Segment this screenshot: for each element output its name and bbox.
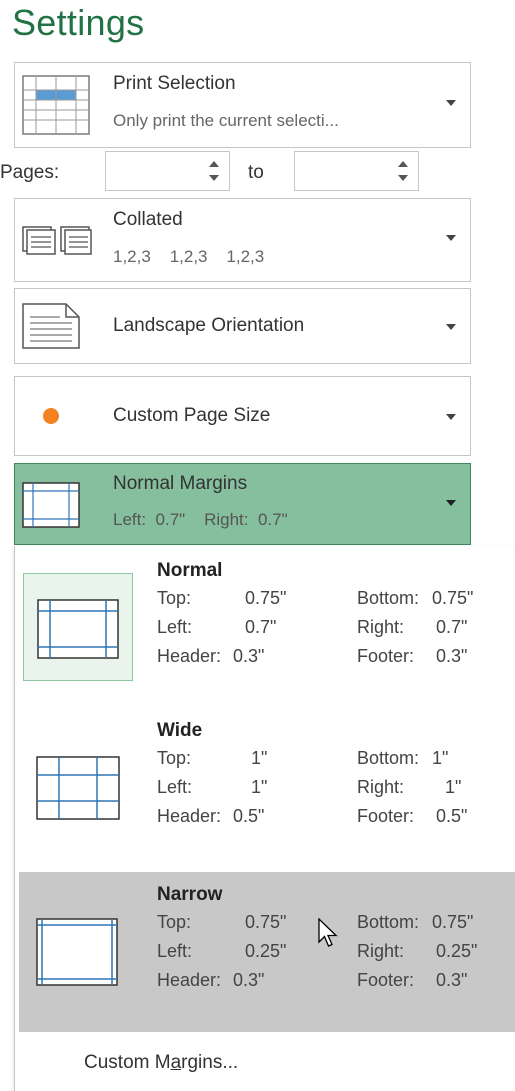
normal-margins-icon [37,599,119,659]
footer-label: Footer: [357,646,415,666]
page-size-title: Custom Page Size [113,405,271,426]
margin-option-normal-thumb [23,573,133,681]
bottom-value: 0.75" [432,912,474,932]
right-value: 0.7" [436,617,468,637]
pages-from-spinner[interactable] [105,151,230,191]
custom-margins-label-start: Custom M [84,1052,171,1073]
spin-up-icon[interactable] [209,161,219,167]
header-value: 0.3" [233,970,265,990]
collated-icon [22,223,92,262]
page-size-dropdown[interactable]: Custom Page Size [14,376,471,456]
footer-label: Footer: [357,970,415,990]
footer-value: 0.5" [436,806,468,826]
wide-margins-icon [36,756,120,820]
spin-down-icon[interactable] [398,175,408,181]
chevron-down-icon [446,324,456,330]
right-label: Right: [357,941,405,961]
right-label: Right: [357,777,405,797]
narrow-margins-icon [36,918,118,986]
mouse-pointer-icon [318,917,338,953]
collation-title: Collated [113,209,183,230]
margin-option-narrow-thumb [23,897,133,1005]
margin-option-name: Narrow [157,884,223,905]
header-label: Header: [157,646,222,666]
top-value: 0.75" [245,912,287,932]
bottom-label: Bottom: [357,912,420,932]
landscape-page-icon [22,303,80,354]
left-value: 1" [251,777,268,797]
top-value: 0.75" [245,588,287,608]
custom-margins-label-end: rgins... [181,1052,239,1073]
table-selection-icon [22,75,90,140]
left-value: 0.25" [245,941,287,961]
margins-page-icon [22,482,80,533]
spin-up-icon[interactable] [398,161,408,167]
margin-option-name: Wide [157,720,203,741]
footer-label: Footer: [357,806,415,826]
margins-menu: Normal Top: 0.75" Bottom: 0.75" Left: 0.… [14,546,515,1091]
header-value: 0.5" [233,806,265,826]
footer-value: 0.3" [436,970,468,990]
chevron-down-icon [446,500,456,506]
orientation-dropdown[interactable]: Landscape Orientation [14,288,471,364]
page-size-dot-icon [41,406,61,431]
header-label: Header: [157,970,222,990]
pages-label: Pages: [0,162,60,183]
collation-dropdown[interactable]: Collated 1,2,3 1,2,3 1,2,3 [14,198,471,282]
chevron-down-icon [446,414,456,420]
margin-option-narrow[interactable]: Narrow Top: 0.75" Bottom: 0.75" Left: 0.… [19,872,515,1032]
custom-margins-accelerator: a [170,1052,182,1073]
bottom-value: 0.75" [432,588,474,608]
custom-margins-link[interactable]: Custom Margins... [84,1052,238,1074]
margin-option-name: Normal [157,560,223,581]
margin-option-normal[interactable]: Normal Top: 0.75" Bottom: 0.75" Left: 0.… [19,548,515,708]
bottom-value: 1" [432,748,449,768]
spin-down-icon[interactable] [209,175,219,181]
left-label: Left: [157,777,193,797]
left-label: Left: [157,617,193,637]
bottom-label: Bottom: [357,748,420,768]
header-label: Header: [157,806,222,826]
pages-to-spinner[interactable] [294,151,419,191]
pages-to-label: to [248,162,264,183]
top-label: Top: [157,748,192,768]
margin-option-wide-thumb [23,733,133,841]
header-value: 0.3" [233,646,265,666]
margin-option-wide[interactable]: Wide Top: 1" Bottom: 1" Left: 1" Right: … [19,708,515,868]
chevron-down-icon [446,100,456,106]
left-value: 0.7" [245,617,277,637]
left-label: Left: [157,941,193,961]
right-value: 0.25" [436,941,478,961]
top-label: Top: [157,912,192,932]
right-value: 1" [445,777,462,797]
margins-subtitle: Left: 0.7" Right: 0.7" [113,510,288,529]
collation-subtitle: 1,2,3 1,2,3 1,2,3 [113,247,265,266]
bottom-label: Bottom: [357,588,420,608]
print-what-subtitle: Only print the current selecti... [113,111,339,130]
print-what-title: Print Selection [113,73,236,94]
margins-dropdown[interactable]: Normal Margins Left: 0.7" Right: 0.7" [14,463,471,545]
top-value: 1" [251,748,268,768]
margins-title: Normal Margins [113,473,248,494]
orientation-title: Landscape Orientation [113,315,305,336]
chevron-down-icon [446,235,456,241]
top-label: Top: [157,588,192,608]
print-what-dropdown[interactable]: Print Selection Only print the current s… [14,62,471,148]
right-label: Right: [357,617,405,637]
settings-title: Settings [12,2,145,43]
footer-value: 0.3" [436,646,468,666]
